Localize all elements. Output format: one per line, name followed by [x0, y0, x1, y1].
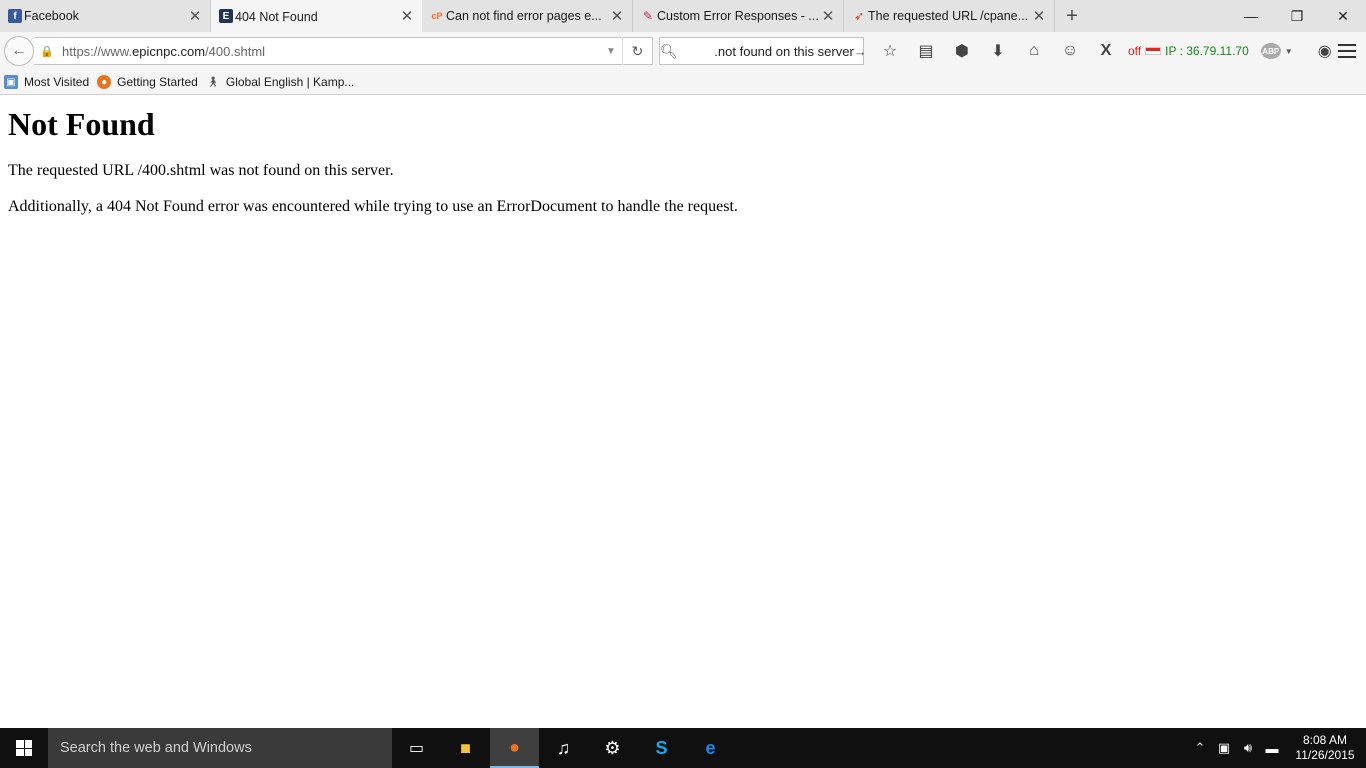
- home-icon[interactable]: ⌂: [1016, 37, 1052, 65]
- bookmark-global-english[interactable]: 🚶︎ Global English | Kamp...: [206, 75, 355, 89]
- bookmark-star-icon[interactable]: ☆: [872, 37, 908, 65]
- x-addon-icon[interactable]: X: [1088, 37, 1124, 65]
- start-button[interactable]: [0, 728, 48, 768]
- epicnpc-favicon-icon: E: [219, 9, 233, 23]
- skype-icon[interactable]: S: [637, 728, 686, 768]
- hamburger-menu-icon[interactable]: [1338, 42, 1356, 60]
- firefox-icon: ●: [97, 75, 112, 89]
- firefox-taskbar-icon[interactable]: ●: [490, 728, 539, 768]
- edge-icon[interactable]: e: [686, 728, 735, 768]
- tab-requested-url-cpanel[interactable]: ➶ The requested URL /cpane... ✕: [844, 0, 1055, 32]
- file-explorer-icon[interactable]: ■: [441, 728, 490, 768]
- indonesia-flag-icon: [1145, 47, 1162, 55]
- close-tab-icon[interactable]: ✕: [608, 7, 626, 25]
- windows-logo-icon: [16, 740, 32, 756]
- facebook-favicon-icon: f: [8, 9, 22, 23]
- new-tab-button[interactable]: +: [1055, 0, 1089, 32]
- bookmark-label: Most Visited: [24, 75, 90, 89]
- bookmarks-toolbar: ▣ Most Visited ● Getting Started 🚶︎ Glob…: [0, 70, 1366, 95]
- network-icon[interactable]: ▣: [1212, 740, 1236, 756]
- most-visited-folder-icon: ▣: [4, 75, 18, 89]
- tab-title: Can not find error pages e...: [446, 9, 602, 23]
- tab-title: The requested URL /cpane...: [868, 9, 1029, 23]
- itunes-icon[interactable]: ♫: [539, 728, 588, 768]
- url-prefix: https://www.: [62, 43, 133, 59]
- page-heading: Not Found: [8, 106, 155, 142]
- tab-title: Facebook: [24, 9, 79, 23]
- navigation-toolbar: ← 🔒 https://www.epicnpc.com/400.shtml ▼ …: [0, 32, 1366, 70]
- restore-icon[interactable]: ❐: [1274, 0, 1320, 32]
- tab-facebook[interactable]: f Facebook ✕: [0, 0, 211, 32]
- url-path: /400.shtml: [205, 43, 266, 59]
- lock-icon[interactable]: 🔒: [40, 45, 54, 58]
- steam-icon[interactable]: ⚙: [588, 728, 637, 768]
- tab-title: 404 Not Found: [235, 9, 318, 24]
- show-hidden-icons-chevron-icon[interactable]: ⌃: [1188, 740, 1212, 756]
- global-english-icon: 🚶︎: [206, 76, 220, 88]
- tab-custom-error-responses[interactable]: ✎ Custom Error Responses - ... ✕: [633, 0, 844, 32]
- search-icon[interactable]: 🔍︎: [660, 43, 678, 60]
- bookmark-label: Global English | Kamp...: [225, 75, 355, 89]
- close-tab-icon[interactable]: ✕: [186, 7, 204, 25]
- system-tray: ⌃ ▣ 🔊︎ ▬ 8:08 AM 11/26/2015: [1188, 728, 1366, 768]
- error-document-message: Additionally, a 404 Not Found error was …: [8, 198, 738, 215]
- search-bar[interactable]: 🔍︎ →: [659, 37, 867, 65]
- close-tab-icon[interactable]: ✕: [1030, 7, 1048, 25]
- tab-404-not-found[interactable]: E 404 Not Found ✕: [211, 0, 422, 33]
- reading-list-icon[interactable]: ▤: [908, 37, 944, 65]
- cpanel-favicon-icon: cP: [431, 11, 443, 21]
- window-controls: — ❐ ✕: [1228, 0, 1366, 32]
- error-message: The requested URL /400.shtml was not fou…: [8, 162, 394, 179]
- history-dropdown-icon[interactable]: ▼: [600, 46, 622, 57]
- taskbar-clock[interactable]: 8:08 AM 11/26/2015: [1284, 733, 1366, 763]
- toolbar-buttons: ☆ ▤ ⬢ ⬇ ⌂ ☺ X off IP : 36.79.11.70 ABP ▼…: [872, 37, 1343, 65]
- search-go-arrow-icon[interactable]: →: [854, 44, 867, 59]
- adblock-plus-icon[interactable]: ABP: [1260, 43, 1281, 59]
- windows-taskbar: Search the web and Windows ▭ ■ ● ♫ ⚙ S e…: [0, 728, 1366, 768]
- minimize-icon[interactable]: —: [1228, 0, 1274, 32]
- proxy-status-label[interactable]: off: [1128, 44, 1141, 58]
- tab-cpanel-error-pages[interactable]: cP Can not find error pages e... ✕: [422, 0, 633, 32]
- bookmark-label: Getting Started: [117, 75, 198, 89]
- ip-address-label[interactable]: IP : 36.79.11.70: [1165, 44, 1249, 58]
- adblock-dropdown-icon[interactable]: ▼: [1285, 47, 1293, 56]
- clock-date: 11/26/2015: [1295, 748, 1355, 762]
- url-domain: epicnpc.com: [132, 43, 206, 59]
- url-bar[interactable]: 🔒 https://www.epicnpc.com/400.shtml ▼ ↻: [34, 37, 653, 65]
- close-tab-icon[interactable]: ✕: [819, 7, 837, 25]
- browser-window: f Facebook ✕ E 404 Not Found ✕ cP Can no…: [0, 0, 1366, 768]
- pocket-icon[interactable]: ⬢: [944, 37, 980, 65]
- taskbar-search-placeholder: Search the web and Windows: [60, 740, 252, 756]
- tab-title: Custom Error Responses - ...: [657, 9, 819, 23]
- close-tab-icon[interactable]: ✕: [398, 7, 416, 25]
- back-button[interactable]: ←: [4, 36, 34, 66]
- downloads-icon[interactable]: ⬇: [980, 37, 1016, 65]
- close-window-icon[interactable]: ✕: [1320, 0, 1366, 32]
- bookmark-most-visited[interactable]: ▣ Most Visited: [4, 75, 89, 89]
- reload-icon[interactable]: ↻: [622, 37, 652, 65]
- url-text[interactable]: https://www.epicnpc.com/400.shtml: [62, 44, 600, 59]
- tab-strip: f Facebook ✕ E 404 Not Found ✕ cP Can no…: [0, 0, 1366, 33]
- task-view-icon[interactable]: ▭: [392, 728, 441, 768]
- page-content: Not Found The requested URL /400.shtml w…: [0, 96, 1366, 728]
- action-center-icon[interactable]: ▬: [1260, 741, 1284, 756]
- search-input[interactable]: [677, 43, 854, 59]
- back-arrow-icon: ←: [11, 42, 27, 59]
- clock-time: 8:08 AM: [1302, 733, 1348, 747]
- bookmark-getting-started[interactable]: ● Getting Started: [97, 75, 198, 89]
- arrow-favicon-icon: ➶: [853, 9, 865, 23]
- apache-feather-favicon-icon: ✎: [642, 9, 654, 23]
- volume-icon[interactable]: 🔊︎: [1236, 740, 1260, 756]
- taskbar-search-box[interactable]: Search the web and Windows: [48, 728, 392, 768]
- chat-icon[interactable]: ☺: [1052, 37, 1088, 65]
